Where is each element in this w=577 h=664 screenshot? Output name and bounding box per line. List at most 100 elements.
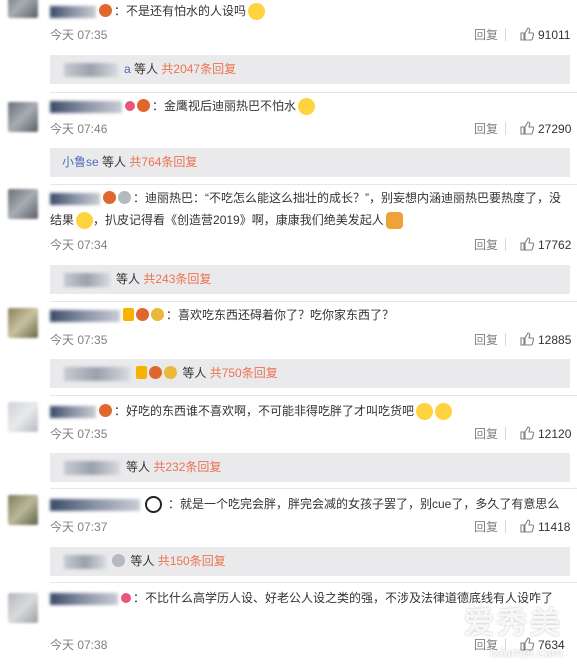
divider [505,333,506,346]
comment-time: 今天 07:35 [50,28,108,42]
comment-text-continued: ，扒皮记得看《创造营2019》啊，康康我们绝美发起人 [93,213,384,227]
reply-label: 等人 [102,155,127,169]
avatar[interactable] [8,495,38,525]
username[interactable] [50,498,140,511]
divider [50,488,577,489]
comment-text: ：不是还有怕水的人设吗 [114,4,247,18]
reply-button[interactable]: 回复 [474,518,498,536]
reply-count-link[interactable]: 共2047条回复 [161,62,236,76]
comment-time: 今天 07:34 [50,238,108,252]
cat-emoji-icon [298,98,316,116]
username[interactable] [50,192,100,205]
username[interactable] [50,5,96,18]
like-count: 17762 [538,238,572,252]
smile-emoji-icon [248,3,266,21]
divider [505,122,506,135]
comment-text: ：喜欢吃东西还碍着你了？吃你家东西了？ [166,308,395,322]
avatar[interactable] [8,308,38,338]
thumbs-up-icon[interactable] [520,332,534,346]
reply-label: 等人 [134,62,159,76]
member-badge-icon [136,308,149,322]
medal-badge-icon [151,308,164,322]
username[interactable] [50,100,122,113]
verified-badge-icon [123,308,134,322]
reply-label: 等人 [126,460,151,474]
comment-time: 今天 07:35 [50,427,108,441]
thumbs-up-icon[interactable] [520,27,534,41]
reply-button[interactable]: 回复 [474,120,498,138]
reply-button[interactable]: 回复 [474,236,498,254]
panda-emoji-icon [145,496,162,514]
fist-emoji-icon [385,212,403,230]
divider [50,582,577,583]
reply-button[interactable]: 回复 [474,425,498,443]
comment-time: 今天 07:38 [50,638,108,652]
divider [505,520,506,533]
reply-thread[interactable]: 等人 共232条回复 [50,453,570,482]
reply-user[interactable]: 小鲁se [62,155,99,169]
comment-text: ：金鹰视后迪丽热巴不怕水 [152,99,297,113]
grin-emoji-icon [76,212,94,230]
thumbs-up-icon[interactable] [520,121,534,135]
like-count: 91011 [538,28,571,42]
avatar[interactable] [8,593,38,623]
username[interactable] [50,405,96,418]
divider [50,184,577,185]
member-badge-icon [137,99,150,113]
reply-thread[interactable]: 等人 共243条回复 [50,265,570,294]
avatar[interactable] [8,0,38,18]
member-badge-icon [149,366,162,380]
medal-badge-icon [164,366,177,380]
divider [505,28,506,41]
username[interactable] [50,592,118,605]
reply-user[interactable]: a [124,62,131,76]
member-badge-icon [99,404,112,418]
divider [50,301,577,302]
member-badge-icon [103,191,116,205]
reply-button[interactable]: 回复 [474,331,498,349]
reply-count-link[interactable]: 共232条回复 [153,460,221,474]
reply-count-link[interactable]: 共750条回复 [210,366,278,380]
laugh-emoji-icon [416,403,434,421]
reply-count-link[interactable]: 共243条回复 [143,272,211,286]
reply-count-link[interactable]: 共764条回复 [129,155,197,169]
avatar[interactable] [8,102,38,132]
reply-thread[interactable]: 等人 共150条回复 [50,547,570,576]
like-count: 12885 [538,333,572,347]
reply-avatars [64,62,118,77]
avatar[interactable] [8,402,38,432]
reply-label: 等人 [130,554,155,568]
comment-text: ：就是一个吃完会胖，胖完会减的女孩子罢了，别cue了，多久了有意思么 [168,497,560,511]
reply-label: 等人 [182,366,207,380]
ring-badge-icon [118,191,131,205]
heart-badge-icon [121,592,131,603]
comment-text: ：好吃的东西谁不喜欢啊，不可能非得吃胖了才叫吃货吧 [114,404,415,418]
reply-avatars [64,460,120,475]
laugh-emoji-icon [435,403,453,421]
thumbs-up-icon[interactable] [520,519,534,533]
verified-badge-icon [136,366,147,380]
like-count: 27290 [538,122,572,136]
divider [50,395,577,396]
comment-time: 今天 07:35 [50,333,108,347]
divider [505,238,506,251]
watermark: 爱秀美 [464,606,563,641]
username[interactable] [50,309,120,322]
member-badge-icon [99,4,112,18]
reply-label: 等人 [116,272,141,286]
reply-button[interactable]: 回复 [474,26,498,44]
reply-avatars [64,272,110,287]
comment-time: 今天 07:46 [50,122,108,136]
thumbs-up-icon[interactable] [520,426,534,440]
reply-count-link[interactable]: 共150条回复 [158,554,226,568]
watermark-url: ixiumei.com [489,646,563,660]
reply-avatars [64,366,130,381]
like-count: 11418 [538,520,571,534]
reply-avatars [64,554,106,569]
reply-thread[interactable]: a 等人 共2047条回复 [50,55,570,84]
ring-badge-icon [112,554,125,568]
reply-thread[interactable]: 等人 共750条回复 [50,359,570,388]
avatar[interactable] [8,189,38,219]
reply-thread[interactable]: 小鲁se 等人 共764条回复 [50,148,570,177]
thumbs-up-icon[interactable] [520,237,534,251]
